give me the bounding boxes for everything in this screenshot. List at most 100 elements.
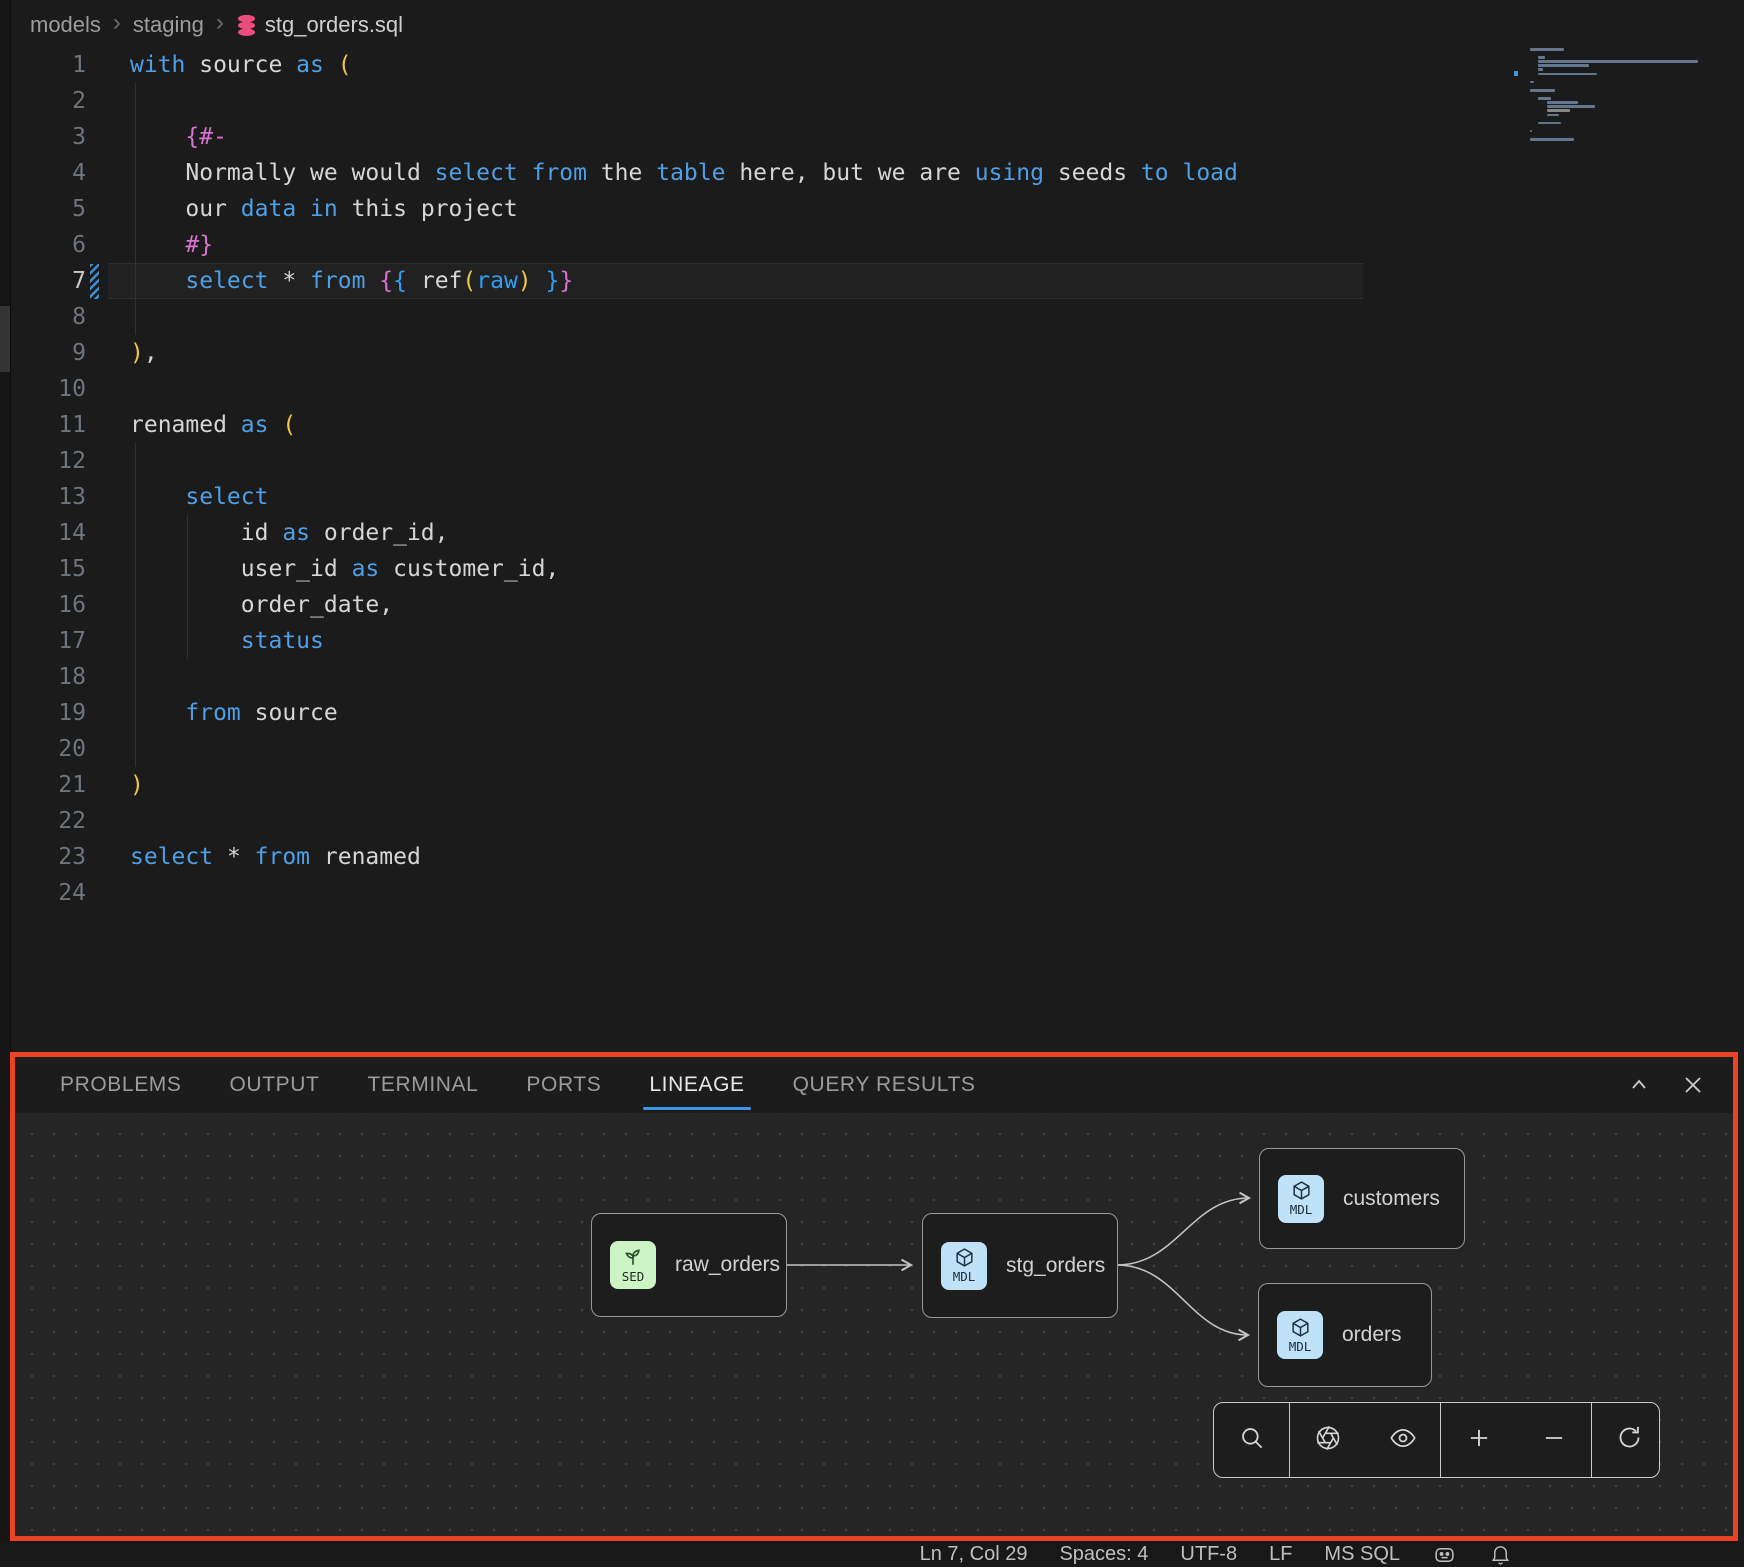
minimap-line xyxy=(1530,138,1574,141)
minimap-line xyxy=(1547,109,1570,112)
zoom-out-button[interactable] xyxy=(1516,1403,1591,1477)
breadcrumb-separator: › xyxy=(113,9,121,37)
line-number: 18 xyxy=(0,659,86,695)
tab-query-results[interactable]: QUERY RESULTS xyxy=(793,1057,976,1113)
node-badge-label: MDL xyxy=(1290,1202,1313,1217)
node-badge-label: SED xyxy=(622,1269,645,1284)
status-item-lf[interactable]: LF xyxy=(1269,1543,1292,1566)
line-number: 16 xyxy=(0,587,86,623)
line-number: 6 xyxy=(0,227,86,263)
minimap-line xyxy=(1530,81,1534,84)
modified-line-gutter-marker xyxy=(90,264,99,299)
code-editor[interactable]: with source as ( {#- Normally we would s… xyxy=(130,47,1238,911)
status-item-spaces-4[interactable]: Spaces: 4 xyxy=(1059,1543,1148,1566)
refresh-icon xyxy=(1616,1424,1643,1456)
seedling-icon: SED xyxy=(610,1241,656,1289)
refresh-button[interactable] xyxy=(1592,1403,1660,1477)
minimap-line xyxy=(1547,101,1579,104)
minimap-line xyxy=(1530,48,1564,51)
lineage-node-stg_orders[interactable]: MDLstg_orders xyxy=(922,1213,1118,1318)
code-line[interactable]: ), xyxy=(130,335,1238,371)
line-number: 10 xyxy=(0,371,86,407)
vscode-window: models › staging › stg_orders.sql 123456… xyxy=(0,0,1744,1567)
line-number: 2 xyxy=(0,83,86,119)
tab-problems[interactable]: PROBLEMS xyxy=(60,1057,182,1113)
minimap-modified-marker xyxy=(1514,71,1518,76)
eye-icon xyxy=(1389,1424,1417,1457)
status-item-ms-sql[interactable]: MS SQL xyxy=(1324,1543,1400,1566)
tab-output[interactable]: OUTPUT xyxy=(230,1057,320,1113)
line-number: 11 xyxy=(0,407,86,443)
toolbar-group xyxy=(1440,1403,1591,1477)
minimap[interactable] xyxy=(1530,48,1730,146)
cube-icon: MDL xyxy=(1277,1311,1323,1359)
line-number: 7 xyxy=(0,263,86,299)
edge-stg-to-orders xyxy=(1117,1265,1248,1335)
bottom-panel: PROBLEMS OUTPUT TERMINAL PORTS LINEAGE QUERY … xyxy=(10,1052,1738,1541)
code-line[interactable] xyxy=(130,875,1238,911)
node-badge-label: MDL xyxy=(1289,1339,1312,1354)
status-item-ln-7-col-29[interactable]: Ln 7, Col 29 xyxy=(920,1543,1028,1566)
code-line[interactable]: select * from {{ ref(raw) }} xyxy=(130,263,1238,299)
code-line[interactable]: id as order_id, xyxy=(130,515,1238,551)
tab-lineage[interactable]: LINEAGE xyxy=(649,1057,744,1113)
tab-terminal[interactable]: TERMINAL xyxy=(367,1057,478,1113)
database-icon xyxy=(236,14,257,37)
code-line[interactable]: {#- xyxy=(130,119,1238,155)
code-line[interactable]: our data in this project xyxy=(130,191,1238,227)
code-line[interactable] xyxy=(130,443,1238,479)
lineage-node-orders[interactable]: MDLorders xyxy=(1258,1283,1432,1387)
code-line[interactable] xyxy=(130,803,1238,839)
code-line[interactable] xyxy=(130,83,1238,119)
node-label: raw_orders xyxy=(675,1253,780,1277)
node-label: customers xyxy=(1343,1187,1440,1211)
bell-icon[interactable] xyxy=(1489,1543,1512,1566)
line-number: 5 xyxy=(0,191,86,227)
lineage-canvas[interactable]: SEDraw_ordersMDLstg_ordersMDLcustomersMD… xyxy=(15,1113,1733,1536)
line-number: 3 xyxy=(0,119,86,155)
code-line[interactable]: select * from renamed xyxy=(130,839,1238,875)
breadcrumb-file-label: stg_orders.sql xyxy=(265,12,403,38)
code-line[interactable]: select xyxy=(130,479,1238,515)
code-line[interactable]: user_id as customer_id, xyxy=(130,551,1238,587)
node-badge-label: MDL xyxy=(953,1269,976,1284)
eye-button[interactable] xyxy=(1365,1403,1440,1477)
minimap-line xyxy=(1547,114,1560,117)
code-line[interactable] xyxy=(130,371,1238,407)
line-number: 21 xyxy=(0,767,86,803)
code-line[interactable]: Normally we would select from the table … xyxy=(130,155,1238,191)
search-button[interactable] xyxy=(1214,1403,1289,1477)
code-line[interactable] xyxy=(130,731,1238,767)
line-number: 12 xyxy=(0,443,86,479)
code-line[interactable]: status xyxy=(130,623,1238,659)
cube-icon: MDL xyxy=(941,1242,987,1290)
status-bar: Ln 7, Col 29 Spaces: 4 UTF-8 LF MS SQL xyxy=(0,1541,1744,1567)
lineage-node-raw_orders[interactable]: SED raw_orders xyxy=(591,1213,787,1317)
line-number: 13 xyxy=(0,479,86,515)
status-item-utf-8[interactable]: UTF-8 xyxy=(1180,1543,1237,1566)
code-line[interactable]: renamed as ( xyxy=(130,407,1238,443)
code-line[interactable]: order_date, xyxy=(130,587,1238,623)
lineage-node-customers[interactable]: MDL customers xyxy=(1259,1148,1465,1249)
edge-stg-to-customers xyxy=(1117,1198,1249,1265)
chevron-up-icon[interactable] xyxy=(1627,1073,1651,1097)
copilot-icon[interactable] xyxy=(1432,1542,1457,1567)
close-icon[interactable] xyxy=(1681,1073,1705,1097)
code-line[interactable] xyxy=(130,299,1238,335)
breadcrumb-item-models[interactable]: models xyxy=(30,12,101,38)
minimap-line xyxy=(1538,73,1597,76)
code-line[interactable]: with source as ( xyxy=(130,47,1238,83)
tab-ports[interactable]: PORTS xyxy=(526,1057,601,1113)
line-number: 20 xyxy=(0,731,86,767)
breadcrumb-item-staging[interactable]: staging xyxy=(133,12,204,38)
minimap-line xyxy=(1538,68,1542,71)
zoom-in-button[interactable] xyxy=(1441,1403,1516,1477)
breadcrumb-item-file[interactable]: stg_orders.sql xyxy=(236,12,403,38)
code-line[interactable]: ) xyxy=(130,767,1238,803)
code-line[interactable]: #} xyxy=(130,227,1238,263)
minimap-line xyxy=(1530,130,1532,133)
line-number-gutter: 123456789101112131415161718192021222324 xyxy=(0,47,86,911)
aperture-button[interactable] xyxy=(1290,1403,1365,1477)
code-line[interactable]: from source xyxy=(130,695,1238,731)
code-line[interactable] xyxy=(130,659,1238,695)
